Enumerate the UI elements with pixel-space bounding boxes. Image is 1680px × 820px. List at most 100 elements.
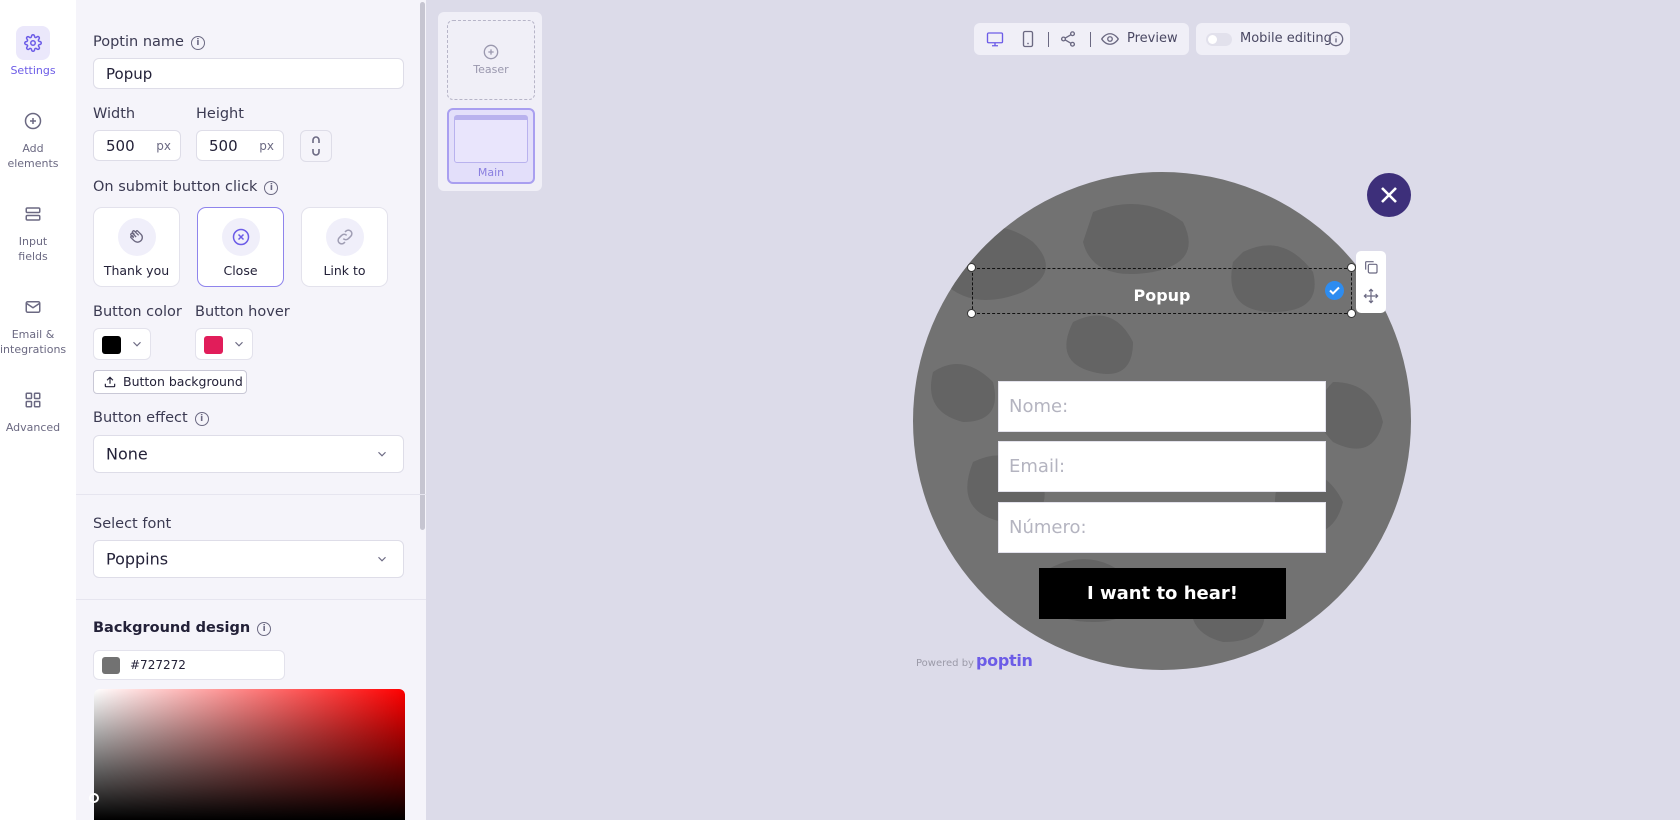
nav-label: Advanced (5, 421, 61, 434)
eye-icon[interactable] (1101, 30, 1119, 48)
link-icon (325, 218, 364, 256)
select-font-label: Select font (93, 516, 172, 532)
powered-by[interactable]: Powered by poptin (916, 651, 1033, 670)
info-icon[interactable]: i (257, 622, 272, 636)
button-effect-label: Button effect i (93, 410, 209, 426)
chain-link-icon (312, 136, 320, 156)
button-background-button[interactable]: Button background (93, 370, 247, 394)
main-page-thumb[interactable]: Main (447, 108, 535, 184)
submit-action-label: On submit button click i (93, 179, 279, 195)
duplicate-icon[interactable] (1363, 259, 1379, 275)
nav-label: Input fields (18, 235, 48, 263)
panel-scrollbar[interactable] (420, 2, 425, 530)
color-swatch (204, 336, 223, 354)
nav-input-fields[interactable]: Input fields (0, 197, 66, 264)
teaser-label: Teaser (473, 63, 509, 76)
nav-label: Settings (10, 64, 56, 77)
info-icon[interactable]: i (194, 412, 209, 426)
chevron-down-icon (378, 451, 386, 457)
color-swatch (102, 336, 121, 354)
nav-email-integrations[interactable]: Email & integrations (0, 290, 66, 357)
field-placeholder: Nome: (1009, 396, 1069, 417)
view-toolbar: Preview (974, 23, 1189, 55)
close-circle-icon (221, 218, 260, 256)
field-placeholder: Número: (1009, 517, 1087, 538)
nav-settings[interactable]: Settings (0, 26, 66, 78)
nav-label: Email & integrations (0, 328, 67, 356)
height-input[interactable]: 500 px (196, 130, 284, 161)
color-swatch (102, 657, 120, 674)
close-icon (1381, 187, 1397, 203)
page-preview (454, 115, 528, 163)
submit-option-link-to[interactable]: Link to (301, 207, 388, 287)
info-icon[interactable] (1328, 31, 1344, 47)
button-effect-select[interactable]: None (93, 435, 404, 473)
submit-option-close[interactable]: Close (197, 207, 284, 287)
option-label: Thank you (103, 263, 170, 278)
section-divider (76, 599, 426, 600)
field-placeholder: Email: (1009, 456, 1066, 477)
option-label: Link to (323, 263, 366, 278)
info-icon[interactable]: i (264, 181, 279, 195)
poptin-name-input[interactable]: Popup (93, 58, 404, 89)
width-label: Width (93, 106, 136, 122)
section-divider (76, 494, 426, 495)
submit-button[interactable]: I want to hear! (1039, 568, 1286, 619)
link-dimensions-button[interactable] (300, 130, 332, 162)
info-icon[interactable]: i (190, 36, 205, 50)
resize-handle[interactable] (967, 263, 976, 272)
nav-advanced[interactable]: Advanced (0, 383, 66, 435)
popup-close-button[interactable] (1367, 173, 1411, 217)
pages-panel: Teaser Main (438, 12, 542, 191)
toolbar-separator (1090, 32, 1091, 47)
teaser-page-thumb[interactable]: Teaser (447, 20, 535, 100)
phone-field[interactable]: Número: (998, 502, 1326, 553)
button-color-label: Button color (93, 304, 182, 320)
height-label: Height (196, 106, 244, 122)
mobile-editing-toggle[interactable] (1206, 33, 1232, 46)
clap-icon (117, 218, 156, 256)
share-icon[interactable] (1059, 30, 1077, 48)
nav-label: Add elements (7, 142, 59, 170)
chevron-down-icon (133, 341, 141, 347)
plus-circle-icon (16, 104, 50, 138)
font-select[interactable]: Poppins (93, 540, 404, 578)
check-icon (1325, 281, 1344, 300)
email-field[interactable]: Email: (998, 441, 1326, 492)
poptin-logo: poptin (975, 651, 1033, 670)
main-label: Main (477, 166, 505, 179)
width-input[interactable]: 500 px (93, 130, 181, 161)
button-hover-picker[interactable] (195, 328, 253, 360)
nav-add-elements[interactable]: Add elements (0, 104, 66, 171)
plus-circle-icon (483, 44, 499, 60)
color-picker-area[interactable] (94, 689, 405, 820)
powered-by-text: Powered by (916, 658, 974, 669)
chevron-down-icon (378, 556, 386, 562)
submit-option-thank-you[interactable]: Thank you (93, 207, 180, 287)
name-field[interactable]: Nome: (998, 381, 1326, 432)
left-nav: Settings Add elements Input fields Email &… (0, 0, 76, 820)
upload-icon (104, 376, 116, 388)
toolbar-separator (1048, 32, 1049, 47)
resize-handle[interactable] (967, 309, 976, 318)
mail-icon (16, 290, 50, 324)
resize-handle[interactable] (1347, 263, 1356, 272)
mobile-editing-label: Mobile editing (1240, 31, 1332, 46)
desktop-icon[interactable] (986, 30, 1004, 48)
resize-handle[interactable] (1347, 309, 1356, 318)
button-hover-label: Button hover (195, 304, 290, 320)
move-icon[interactable] (1363, 288, 1379, 304)
preview-button[interactable]: Preview (1127, 31, 1178, 46)
color-picker-handle[interactable] (89, 793, 99, 803)
grid-icon (16, 383, 50, 417)
mobile-icon[interactable] (1019, 30, 1037, 48)
gear-icon (16, 26, 50, 60)
button-color-picker[interactable] (93, 328, 151, 360)
option-label: Close (223, 263, 258, 278)
popup-title[interactable]: Popup (972, 286, 1352, 305)
background-design-label: Background design i (93, 620, 272, 636)
mobile-editing-toolbar: Mobile editing (1196, 23, 1350, 55)
button-background-label: Button background (123, 374, 243, 389)
element-tools (1356, 251, 1386, 313)
background-color-input[interactable]: #727272 (93, 650, 285, 680)
